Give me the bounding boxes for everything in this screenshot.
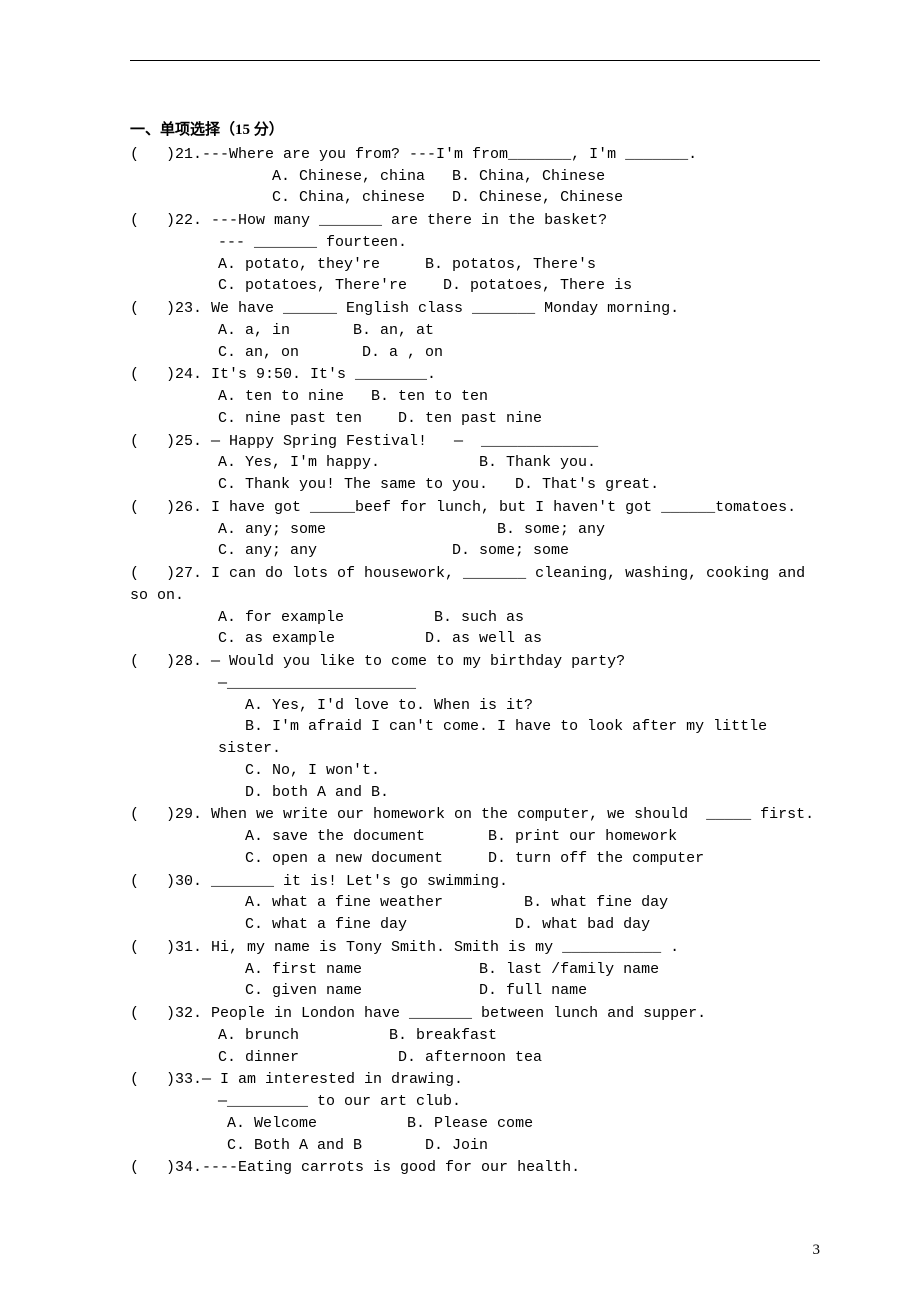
choice-row: C. China, chinese D. Chinese, Chinese — [130, 187, 820, 209]
choice-row: C. nine past ten D. ten past nine — [130, 408, 820, 430]
content-area: 一、单项选择（15 分） ( )21.---Where are you from… — [130, 120, 820, 1179]
choice-row: A. what a fine weather B. what fine day — [130, 892, 820, 914]
choice-row: A. any; some B. some; any — [130, 519, 820, 541]
choice-row: C. open a new document D. turn off the c… — [130, 848, 820, 870]
question-stem: ( )31. Hi, my name is Tony Smith. Smith … — [130, 937, 820, 959]
question-stem: ( )22. ---How many _______ are there in … — [130, 210, 820, 232]
question: ( )25. — Happy Spring Festival! — ______… — [130, 431, 820, 496]
page: 一、单项选择（15 分） ( )21.---Where are you from… — [0, 0, 920, 1302]
question-stem: ( )21.---Where are you from? ---I'm from… — [130, 144, 820, 166]
choice-row: C. what a fine day D. what bad day — [130, 914, 820, 936]
choice-row: C. Both A and B D. Join — [130, 1135, 820, 1157]
question-stem: ( )32. People in London have _______ bet… — [130, 1003, 820, 1025]
choice-row: A. Welcome B. Please come — [130, 1113, 820, 1135]
question-stem: ( )25. — Happy Spring Festival! — ______… — [130, 431, 820, 453]
question: ( )24. It's 9:50. It's ________.A. ten t… — [130, 364, 820, 429]
question-stem: ( )30. _______ it is! Let's go swimming. — [130, 871, 820, 893]
choice-row: C. an, on D. a , on — [130, 342, 820, 364]
question-continuation: —_________ to our art club. — [130, 1091, 820, 1113]
question: ( )26. I have got _____beef for lunch, b… — [130, 497, 820, 562]
choice-row: C. as example D. as well as — [130, 628, 820, 650]
question-stem: ( )27. I can do lots of housework, _____… — [130, 563, 820, 607]
choice-row: B. I'm afraid I can't come. I have to lo… — [130, 716, 820, 760]
question: ( )22. ---How many _______ are there in … — [130, 210, 820, 297]
page-number: 3 — [813, 1240, 821, 1262]
question-stem: ( )33.— I am interested in drawing. — [130, 1069, 820, 1091]
question: ( )29. When we write our homework on the… — [130, 804, 820, 869]
question: ( )31. Hi, my name is Tony Smith. Smith … — [130, 937, 820, 1002]
section-title: 一、单项选择（15 分） — [130, 120, 820, 142]
question-stem: ( )23. We have ______ English class ____… — [130, 298, 820, 320]
question-continuation: --- _______ fourteen. — [130, 232, 820, 254]
choice-row: C. Thank you! The same to you. D. That's… — [130, 474, 820, 496]
choice-row: A. a, in B. an, at — [130, 320, 820, 342]
question-stem: ( )29. When we write our homework on the… — [130, 804, 820, 826]
question: ( )21.---Where are you from? ---I'm from… — [130, 144, 820, 209]
questions-container: ( )21.---Where are you from? ---I'm from… — [130, 144, 820, 1179]
choice-row: A. first name B. last /family name — [130, 959, 820, 981]
question: ( )28. — Would you like to come to my bi… — [130, 651, 820, 803]
question-stem: ( )34.----Eating carrots is good for our… — [130, 1157, 820, 1179]
question-stem: ( )26. I have got _____beef for lunch, b… — [130, 497, 820, 519]
choice-row: A. ten to nine B. ten to ten — [130, 386, 820, 408]
choice-row: C. potatoes, There're D. potatoes, There… — [130, 275, 820, 297]
question-stem: ( )28. — Would you like to come to my bi… — [130, 651, 820, 673]
question-continuation: —_____________________ — [130, 673, 820, 695]
question: ( )30. _______ it is! Let's go swimming.… — [130, 871, 820, 936]
question: ( )23. We have ______ English class ____… — [130, 298, 820, 363]
choice-row: A. Yes, I'd love to. When is it? — [130, 695, 820, 717]
top-horizontal-rule — [130, 60, 820, 61]
choice-row: A. Yes, I'm happy. B. Thank you. — [130, 452, 820, 474]
choice-row: A. save the document B. print our homewo… — [130, 826, 820, 848]
choice-row: A. brunch B. breakfast — [130, 1025, 820, 1047]
question: ( )27. I can do lots of housework, _____… — [130, 563, 820, 650]
choice-row: A. Chinese, china B. China, Chinese — [130, 166, 820, 188]
question: ( )34.----Eating carrots is good for our… — [130, 1157, 820, 1179]
choice-row: D. both A and B. — [130, 782, 820, 804]
question: ( )32. People in London have _______ bet… — [130, 1003, 820, 1068]
question-stem: ( )24. It's 9:50. It's ________. — [130, 364, 820, 386]
choice-row: A. for example B. such as — [130, 607, 820, 629]
choice-row: C. dinner D. afternoon tea — [130, 1047, 820, 1069]
question: ( )33.— I am interested in drawing.—____… — [130, 1069, 820, 1156]
choice-row: C. any; any D. some; some — [130, 540, 820, 562]
choice-row: C. given name D. full name — [130, 980, 820, 1002]
choice-row: A. potato, they're B. potatos, There's — [130, 254, 820, 276]
choice-row: C. No, I won't. — [130, 760, 820, 782]
